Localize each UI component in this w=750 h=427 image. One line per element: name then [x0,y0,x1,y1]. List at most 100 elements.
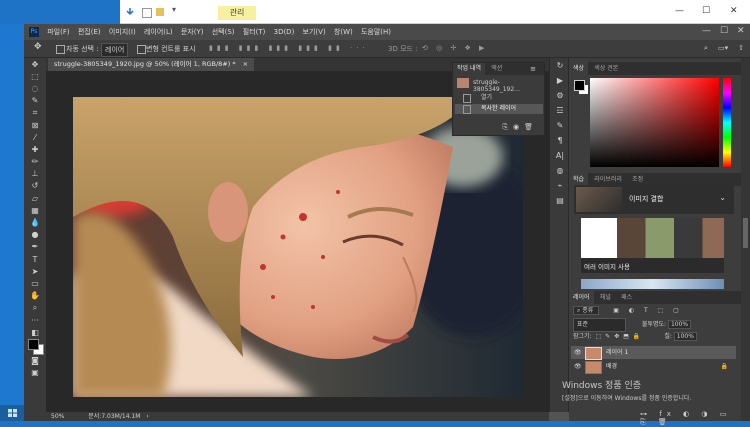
folder-icon[interactable] [156,8,164,16]
menu-view[interactable]: 보기(V) [303,24,326,40]
history-footer-icons[interactable]: ⎘◉🗑 [502,123,538,132]
lasso-tool-icon[interactable]: ◌ [24,82,46,94]
menu-type[interactable]: 문자(Y) [181,24,204,40]
hue-slider[interactable] [723,78,731,167]
default-colors-icon[interactable]: ◧ [24,326,46,338]
menu-image[interactable]: 이미지(I) [109,24,136,40]
channels-panel-icon[interactable]: ◍ [550,163,570,178]
foreground-background-color[interactable] [24,338,46,356]
menu-help[interactable]: 도움말(H) [361,24,391,40]
menu-3d[interactable]: 3D(D) [274,24,295,40]
menu-edit[interactable]: 편집(E) [78,24,101,40]
tab-channels[interactable]: 채널 [596,291,615,304]
workspace-icon[interactable]: ▭▾ [718,44,728,52]
shape-tool-icon[interactable]: ▭ [24,277,46,289]
taskbar-button[interactable] [0,405,24,421]
menu-select[interactable]: 선택(S) [212,24,235,40]
scrollbar-thumb[interactable] [743,218,748,248]
gradient-tool-icon[interactable]: ▦ [24,204,46,216]
brush-tool-icon[interactable]: ✏ [24,156,46,168]
close-ps-button[interactable]: ✕ [737,26,745,36]
history-item-duplicate-layer[interactable]: 복사한 레이어 [455,104,543,114]
zoom-level[interactable]: 50% [51,413,64,420]
history-item-open[interactable]: 열기 [455,93,543,103]
marquee-tool-icon[interactable]: ⬚ [24,70,46,82]
canvas-photo[interactable] [73,97,523,397]
learn-card-images[interactable]: 여러 이미지 사용 [581,218,724,273]
blend-mode-dropdown[interactable]: 표준 [573,318,626,332]
healing-brush-tool-icon[interactable]: ✚ [24,143,46,155]
panel-menu-icon[interactable]: ≡ [526,63,540,75]
snapshot-thumbnail[interactable] [457,78,469,88]
paths-panel-icon[interactable]: ⌁ [550,178,570,193]
eye-icon[interactable]: 👁 [574,360,582,373]
paragraph-panel-icon[interactable]: ¶ [550,133,570,148]
document-tab[interactable]: struggle-3805349_1920.jpg @ 50% (레이어 1, … [48,58,255,71]
dodge-tool-icon[interactable]: ● [24,229,46,241]
share-icon[interactable]: ⇧ [738,44,744,52]
layer-filter-dropdown[interactable]: ⌕ 종류 [573,306,600,315]
pen-tool-icon[interactable]: ✒ [24,241,46,253]
quick-mask-icon[interactable]: ◙ [24,354,46,366]
tab-swatches[interactable]: 색상 견본 [590,62,622,75]
quick-select-tool-icon[interactable]: ✎ [24,95,46,107]
tab-history[interactable]: 작업 내역 [453,63,485,75]
close-button[interactable]: ✕ [730,6,738,16]
tab-actions[interactable]: 액션 [487,63,506,75]
eyedropper-tool-icon[interactable]: ⁄ [24,131,46,143]
manage-tab[interactable]: 관리 [218,6,256,20]
layer-name[interactable]: 레이어 1 [606,346,628,359]
close-tab-icon[interactable]: × [243,60,248,68]
history-snapshot[interactable]: struggle-3805349_192... [473,79,544,93]
align-icons[interactable]: ▮▮▮ ▮▮▮ ▮▮▮ ▮▮▮ ▮▮ ··· [209,44,369,52]
libraries-panel-icon[interactable]: ☲ [550,103,570,118]
tab-layers[interactable]: 레이어 [569,291,594,304]
character-panel-icon[interactable]: A| [550,148,570,163]
fill-field[interactable]: 100% [673,332,697,341]
auto-select-checkbox[interactable] [56,45,65,54]
learn-card-next[interactable] [581,279,724,289]
crop-tool-icon[interactable]: ⌗ [24,107,46,119]
search-icon[interactable]: ⌕ [704,44,708,53]
minimize-ps-button[interactable]: — [702,26,711,36]
quick-access-dropdown-icon[interactable]: ▾ [172,5,176,14]
transform-controls-checkbox[interactable] [137,45,146,54]
lock-icons[interactable]: ⬚✎✥⬒🔒 [596,333,645,340]
document-icon[interactable] [142,8,152,18]
menu-layer[interactable]: 레이어(L) [144,24,173,40]
tab-color[interactable]: 색상 [569,62,589,75]
tab-paths[interactable]: 패스 [617,291,636,304]
download-arrow-icon[interactable] [126,8,134,16]
move-tool-icon[interactable]: ✥ [24,58,46,70]
more-tools-icon[interactable]: ··· [24,314,46,326]
maximize-button[interactable]: ☐ [702,6,710,16]
history-panel-icon[interactable]: ↻ [550,58,570,73]
maximize-ps-button[interactable]: ☐ [720,26,728,36]
hand-tool-icon[interactable]: ✋ [24,290,46,302]
layer-name[interactable]: 배경 [606,360,617,373]
chevron-down-icon[interactable]: ⌄ [719,193,726,202]
color-picker-field[interactable] [590,78,719,167]
history-brush-tool-icon[interactable]: ↺ [24,180,46,192]
type-tool-icon[interactable]: T [24,253,46,265]
auto-select-target-dropdown[interactable]: 레이어 [101,43,129,57]
eye-icon[interactable]: 👁 [574,346,582,359]
frame-tool-icon[interactable]: ⊠ [24,119,46,131]
layer-filter-icons[interactable]: ▣ ◐ T ⬚ ▢ [613,307,683,314]
menu-window[interactable]: 창(W) [334,24,353,40]
eraser-tool-icon[interactable]: ▱ [24,192,46,204]
properties-panel-icon[interactable]: ⚙ [550,88,570,103]
opacity-field[interactable]: 100% [667,320,692,329]
screen-mode-icon[interactable]: ▣ [24,367,46,379]
layers-footer-icons[interactable]: ⊶ fx ◐ ◑ ▭ ⎘ 🗑 [640,410,740,426]
color-panel-swatch[interactable] [574,80,588,94]
zoom-tool-icon[interactable]: ⌕ [24,302,46,314]
menu-file[interactable]: 파일(F) [47,24,69,40]
styles-panel-icon[interactable]: ▤ [550,193,570,208]
layer-row-layer1[interactable]: 👁 레이어 1 [571,346,736,360]
path-select-tool-icon[interactable]: ➤ [24,265,46,277]
minimize-button[interactable]: — [675,6,684,16]
blur-tool-icon[interactable]: 💧 [24,216,46,228]
status-arrow-icon[interactable]: › [146,413,148,420]
panel-scrollbar[interactable] [741,58,750,421]
